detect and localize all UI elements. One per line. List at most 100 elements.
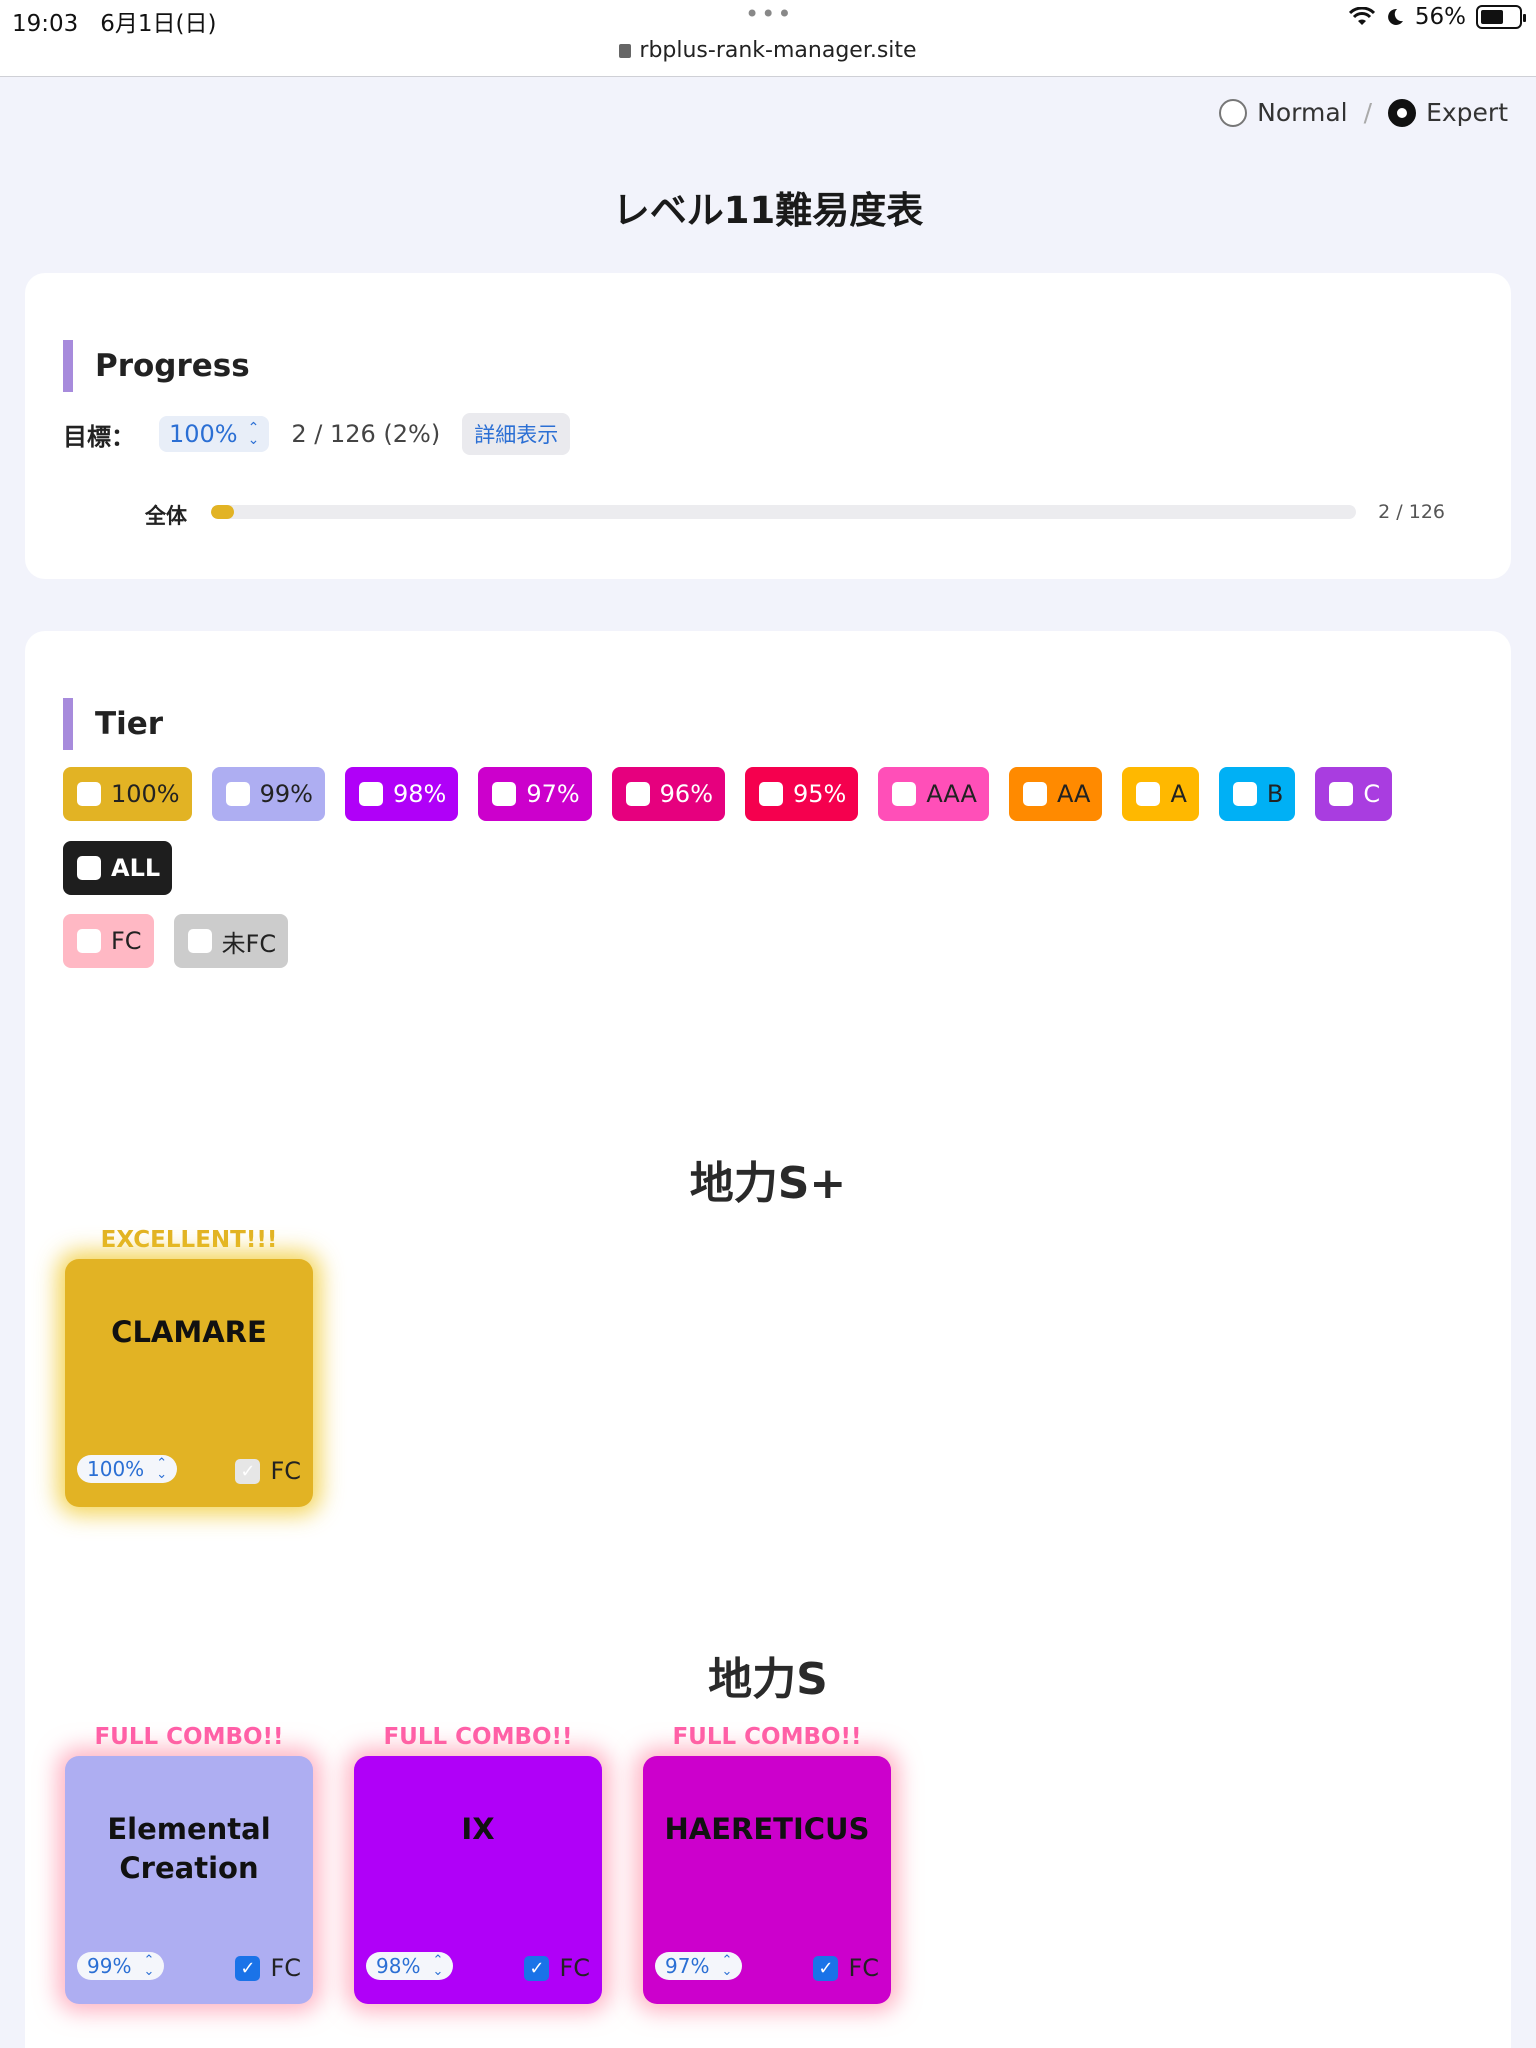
filter-chip-96pct[interactable]: 96% — [611, 767, 725, 821]
fc-checkbox[interactable]: ✓ — [235, 1955, 261, 1981]
select-arrows-icon: ⌃ ⌄ — [143, 1953, 155, 1979]
select-arrows-icon: ⌃ ⌄ — [721, 1953, 733, 1979]
moon-icon — [1387, 8, 1403, 25]
expert-label[interactable]: Expert — [1426, 98, 1508, 127]
song-tile[interactable]: Elemental Creation 99% ⌃ ⌄ ✓ FC — [65, 1756, 313, 2004]
group-title: 地力S — [708, 1654, 828, 1705]
song-card: FULL COMBO!! HAERETICUS 97% ⌃ ⌄ ✓ FC — [643, 1724, 891, 2004]
song-tile[interactable]: IX 98% ⌃ ⌄ ✓ FC — [354, 1756, 602, 2004]
filter-chip-98pct[interactable]: 98% — [344, 767, 459, 821]
filter-checkbox[interactable] — [1136, 782, 1161, 806]
filter-label: 99% — [259, 780, 313, 808]
filter-checkbox[interactable] — [892, 782, 917, 806]
filter-checkbox[interactable] — [625, 782, 650, 806]
filter-checkbox[interactable] — [77, 856, 101, 880]
filter-label: 97% — [526, 780, 580, 808]
tier-card: Tier 100% 99% 98% 97% 96% 95% AAA AA A B C ALL FC 未F… — [25, 631, 1511, 2048]
normal-radio[interactable] — [1219, 98, 1248, 127]
fc-label: FC — [270, 1954, 301, 1982]
filter-label: C — [1363, 780, 1381, 808]
progress-card: Progress 目標： 100% ⌃ ⌄ 2 / 126 (2%) 詳細表示 全… — [25, 273, 1511, 579]
filter-checkbox[interactable] — [187, 929, 212, 953]
song-tile[interactable]: CLAMARE 100% ⌃ ⌄ ✓ FC — [65, 1259, 313, 1507]
fc-checkbox[interactable]: ✓ — [524, 1955, 550, 1981]
select-arrows-icon: ⌃ ⌄ — [156, 1456, 168, 1482]
url-text: rbplus-rank-manager.site — [639, 38, 917, 63]
song-tile[interactable]: HAERETICUS 97% ⌃ ⌄ ✓ FC — [643, 1756, 891, 2004]
filter-label: 100% — [111, 780, 180, 808]
song-name: Elemental Creation — [107, 1812, 271, 1885]
tier-heading-text: Tier — [95, 706, 164, 742]
mode-separator: / — [1363, 98, 1373, 127]
filter-checkbox[interactable] — [77, 782, 101, 806]
filter-label: AAA — [926, 780, 977, 808]
tier-heading: Tier — [63, 698, 163, 750]
rank-select[interactable]: 97% ⌃ ⌄ — [655, 1952, 743, 1980]
fc-label: FC — [848, 1954, 879, 1982]
filter-label: AA — [1056, 780, 1091, 808]
filter-label: ALL — [111, 854, 161, 882]
rank-select[interactable]: 98% ⌃ ⌄ — [366, 1952, 454, 1980]
filter-chip-all[interactable]: ALL — [63, 841, 173, 895]
song-card: FULL COMBO!! IX 98% ⌃ ⌄ ✓ FC — [354, 1724, 602, 2004]
song-card: FULL COMBO!! Elemental Creation 99% ⌃ ⌄ ✓ FC — [65, 1724, 313, 2004]
filter-label: 95% — [793, 780, 847, 808]
filter-chip-95pct[interactable]: 95% — [745, 767, 859, 821]
filter-chip-a[interactable]: A — [1122, 767, 1199, 821]
filter-chip-b[interactable]: B — [1218, 767, 1296, 821]
song-name: IX — [461, 1812, 495, 1846]
filter-checkbox[interactable] — [759, 782, 783, 806]
page-title: レベル11難易度表 — [612, 189, 924, 232]
progress-bar-label: 全体 — [145, 504, 187, 528]
goal-select[interactable]: 100% ⌃ ⌄ — [159, 416, 270, 452]
lock-icon — [619, 44, 632, 58]
filter-label: FC — [111, 927, 142, 955]
fc-toggle[interactable]: ✓ FC — [813, 1954, 879, 1982]
rank-select-value: 97% — [665, 1954, 710, 1978]
rank-select[interactable]: 99% ⌃ ⌄ — [77, 1952, 165, 1980]
progress-bar-count: 2 / 126 — [1378, 501, 1445, 523]
clear-banner: FULL COMBO!! — [383, 1724, 573, 1750]
rank-select[interactable]: 100% ⌃ ⌄ — [77, 1455, 178, 1483]
filter-label: 未FC — [221, 929, 277, 958]
fc-toggle[interactable]: ✓ FC — [235, 1954, 301, 1982]
filter-chip-aaa[interactable]: AAA — [878, 767, 989, 821]
filter-checkbox[interactable] — [358, 782, 383, 806]
select-arrows-icon: ⌃ ⌄ — [432, 1953, 444, 1979]
rank-select-value: 100% — [87, 1457, 145, 1481]
filter-label: B — [1266, 780, 1284, 808]
fc-label: FC — [270, 1457, 301, 1485]
battery-icon — [1476, 5, 1526, 29]
filter-checkbox[interactable] — [225, 782, 250, 806]
filter-chip-100pct[interactable]: 100% — [63, 767, 192, 821]
filter-chip-97pct[interactable]: 97% — [478, 767, 592, 821]
fc-checkbox[interactable]: ✓ — [235, 1458, 261, 1484]
fc-checkbox[interactable]: ✓ — [813, 1955, 839, 1981]
filter-checkbox[interactable] — [492, 782, 517, 806]
status-indicators: 56% — [1348, 4, 1526, 30]
filter-checkbox[interactable] — [77, 929, 101, 953]
more-dots-icon[interactable]: ••• — [745, 0, 793, 28]
fc-filter-chip-未fc[interactable]: 未FC — [173, 914, 289, 968]
fc-toggle[interactable]: ✓ FC — [235, 1457, 301, 1485]
filter-checkbox[interactable] — [1232, 782, 1257, 806]
group-title: 地力S+ — [689, 1158, 847, 1209]
filter-checkbox[interactable] — [1022, 782, 1047, 806]
rank-filter-chips: 100% 99% 98% 97% 96% 95% AAA AA A B C ALL — [63, 767, 1483, 895]
fc-filter-chip-fc[interactable]: FC — [63, 914, 154, 968]
progress-bar-fill — [211, 505, 234, 519]
fc-toggle[interactable]: ✓ FC — [524, 1954, 590, 1982]
normal-label[interactable]: Normal — [1257, 98, 1347, 127]
rank-select-value: 98% — [376, 1954, 421, 1978]
filter-checkbox[interactable] — [1329, 782, 1354, 806]
filter-chip-aa[interactable]: AA — [1008, 767, 1103, 821]
expert-radio[interactable] — [1388, 98, 1417, 127]
fc-filter-chips: FC 未FC — [63, 914, 1483, 968]
time-text: 19:03 — [12, 11, 79, 37]
progress-bar — [211, 505, 1356, 519]
filter-chip-c[interactable]: C — [1315, 767, 1393, 821]
address-bar[interactable]: rbplus-rank-manager.site — [0, 38, 1536, 63]
filter-chip-99pct[interactable]: 99% — [211, 767, 325, 821]
detail-button[interactable]: 詳細表示 — [462, 413, 571, 455]
fc-label: FC — [559, 1954, 590, 1982]
